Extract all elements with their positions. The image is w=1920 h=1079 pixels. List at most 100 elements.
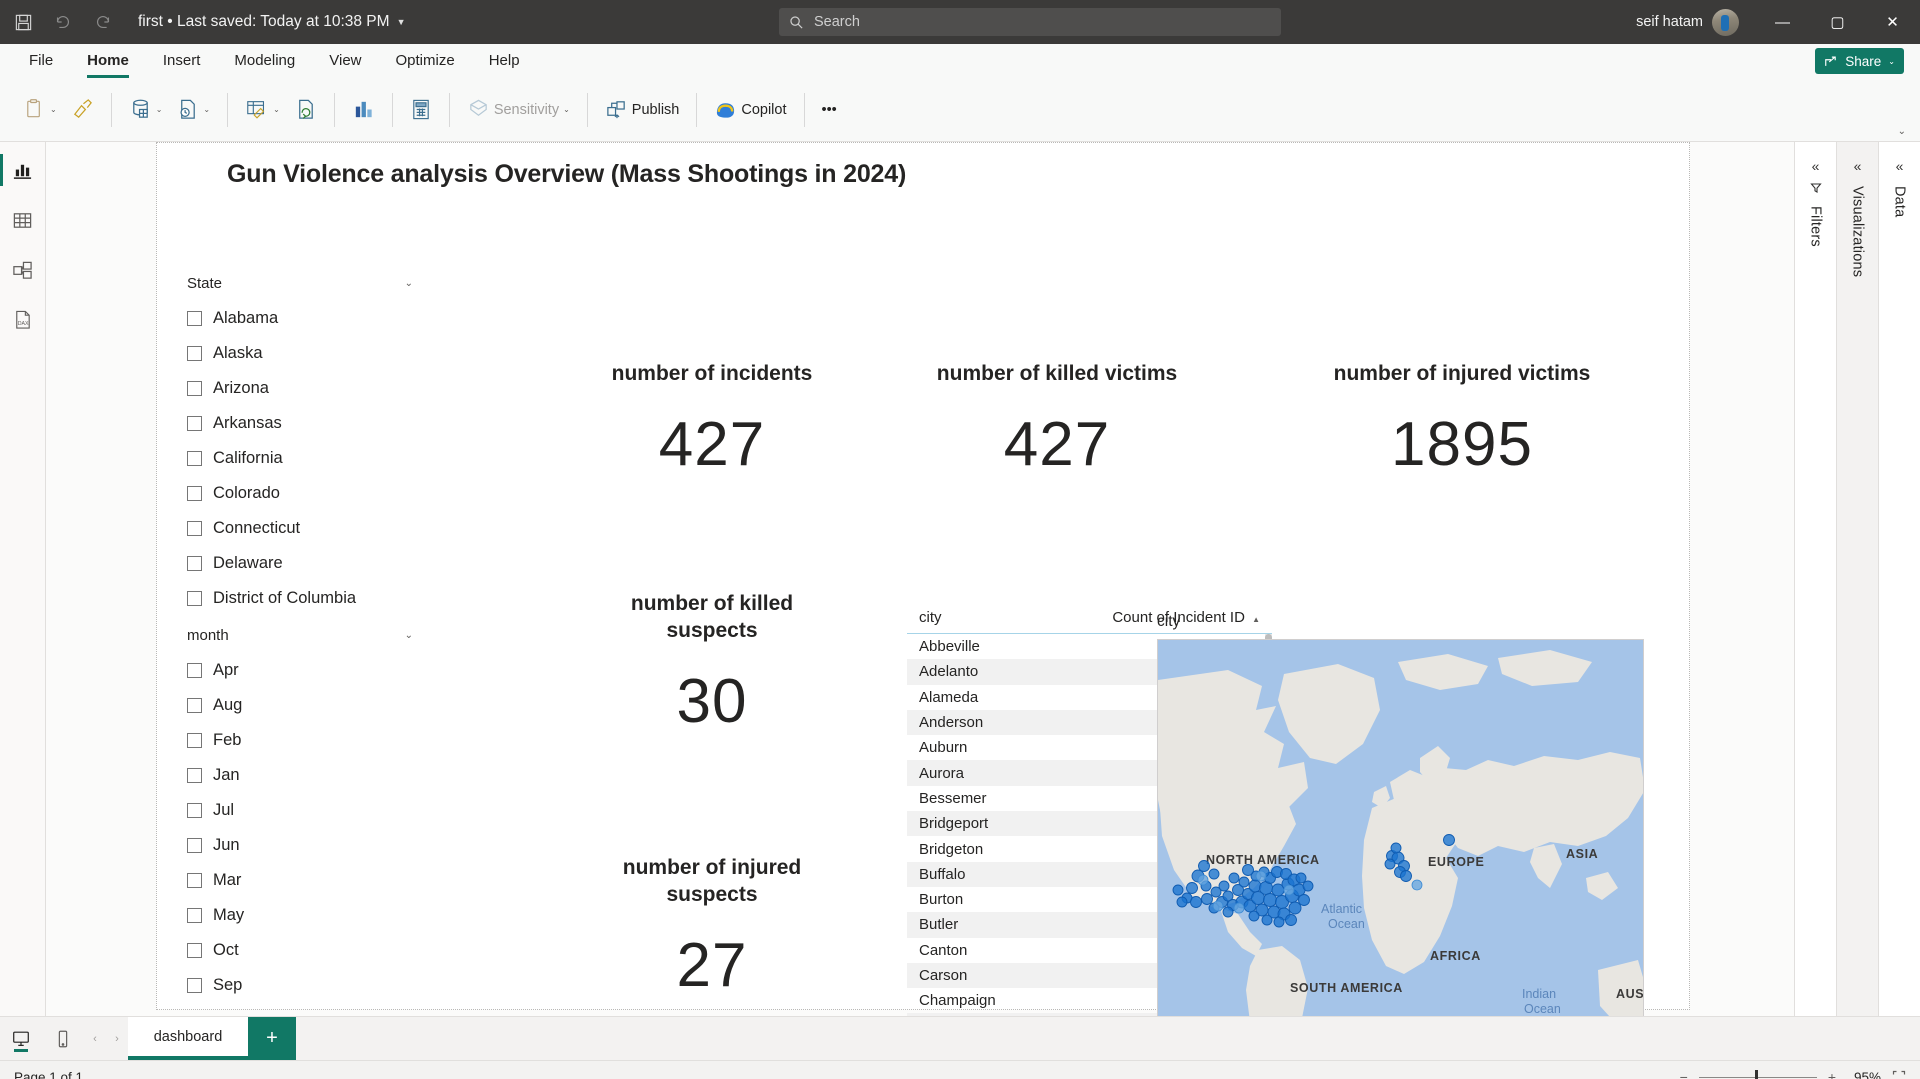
- checkbox[interactable]: [187, 978, 202, 993]
- checkbox[interactable]: [187, 698, 202, 713]
- chevron-down-icon[interactable]: ⌄: [273, 105, 280, 114]
- chevron-down-icon[interactable]: ⌄: [203, 105, 210, 114]
- next-page-arrow[interactable]: ›: [106, 1017, 128, 1060]
- slicer-item[interactable]: Jul: [187, 793, 425, 828]
- data-pane[interactable]: « Data: [1878, 142, 1920, 1016]
- transform-data-button[interactable]: ⌄: [238, 87, 287, 133]
- expand-chevron-icon[interactable]: «: [1896, 158, 1904, 174]
- slicer-item[interactable]: Jan: [187, 758, 425, 793]
- slicer-item[interactable]: Mar: [187, 863, 425, 898]
- search-box[interactable]: Search: [779, 8, 1281, 36]
- checkbox[interactable]: [187, 311, 202, 326]
- chevron-down-icon[interactable]: ⌄: [50, 105, 57, 114]
- visualizations-pane[interactable]: « Visualizations: [1836, 142, 1878, 1016]
- checkbox[interactable]: [187, 908, 202, 923]
- chevron-down-icon[interactable]: ⌄: [1888, 57, 1895, 66]
- slicer-item[interactable]: Apr: [187, 653, 425, 688]
- checkbox[interactable]: [187, 346, 202, 361]
- filters-pane[interactable]: « Filters: [1794, 142, 1836, 1016]
- city-map-visual[interactable]: city: [1157, 613, 1644, 1016]
- report-canvas[interactable]: Gun Violence analysis Overview (Mass Sho…: [156, 142, 1690, 1010]
- checkbox[interactable]: [187, 803, 202, 818]
- chevron-down-icon[interactable]: ⌄: [156, 105, 163, 114]
- checkbox[interactable]: [187, 873, 202, 888]
- kpi-number-of-injured-victims[interactable]: number of injured victims 1895: [1322, 361, 1602, 476]
- collapse-ribbon-icon[interactable]: ⌄: [1898, 126, 1906, 137]
- slicer-item[interactable]: Jun: [187, 828, 425, 863]
- slicer-state[interactable]: State ⌄ Alabama Alaska Arizona Arkansas …: [187, 275, 425, 623]
- slicer-item[interactable]: Sep: [187, 968, 425, 1003]
- tab-insert[interactable]: Insert: [146, 46, 218, 78]
- slicer-item[interactable]: Arkansas: [187, 406, 425, 441]
- document-title-area[interactable]: first • Last saved: Today at 10:38 PM ▼: [138, 13, 405, 31]
- fit-to-page-icon[interactable]: [1892, 1070, 1906, 1079]
- tab-optimize[interactable]: Optimize: [379, 46, 472, 78]
- checkbox[interactable]: [187, 838, 202, 853]
- column-header-city[interactable]: city: [919, 609, 942, 626]
- slicer-item[interactable]: Alabama: [187, 301, 425, 336]
- add-page-button[interactable]: +: [248, 1017, 296, 1060]
- checkbox[interactable]: [187, 768, 202, 783]
- sensitivity-button[interactable]: Sensitivity ⌄: [460, 87, 577, 133]
- tab-help[interactable]: Help: [472, 46, 537, 78]
- undo-icon[interactable]: [46, 5, 80, 39]
- recent-sources-button[interactable]: ⌄: [169, 87, 217, 133]
- slicer-item[interactable]: Arizona: [187, 371, 425, 406]
- report-view-icon[interactable]: [3, 152, 43, 188]
- zoom-slider-handle[interactable]: [1755, 1070, 1758, 1079]
- kpi-number-of-incidents[interactable]: number of incidents 427: [567, 361, 857, 476]
- avatar[interactable]: [1712, 9, 1739, 36]
- slicer-state-header[interactable]: State ⌄: [187, 275, 425, 292]
- table-view-icon[interactable]: [3, 202, 43, 238]
- checkbox[interactable]: [187, 943, 202, 958]
- slicer-item[interactable]: Aug: [187, 688, 425, 723]
- slicer-month-header[interactable]: month ⌄: [187, 627, 425, 644]
- maximize-button[interactable]: ▢: [1810, 0, 1865, 44]
- refresh-button[interactable]: [287, 87, 324, 133]
- new-visual-button[interactable]: [345, 87, 382, 133]
- tab-view[interactable]: View: [312, 46, 378, 78]
- kpi-number-of-killed-suspects[interactable]: number of killed suspects 30: [592, 591, 832, 733]
- slicer-month-list[interactable]: Apr Aug Feb Jan Jul Jun Mar May Oct Sep: [187, 653, 425, 1005]
- kpi-number-of-killed-victims[interactable]: number of killed victims 427: [927, 361, 1187, 476]
- slicer-item[interactable]: Delaware: [187, 546, 425, 581]
- new-measure-button[interactable]: [403, 87, 439, 133]
- tab-file[interactable]: File: [12, 46, 70, 78]
- checkbox[interactable]: [187, 591, 202, 606]
- desktop-layout-icon[interactable]: [0, 1017, 42, 1060]
- close-button[interactable]: ✕: [1865, 0, 1920, 44]
- save-icon[interactable]: [6, 5, 40, 39]
- mobile-layout-icon[interactable]: [42, 1017, 84, 1060]
- publish-button[interactable]: Publish: [598, 87, 687, 133]
- zoom-control[interactable]: − + 95%: [1680, 1069, 1906, 1079]
- tab-home[interactable]: Home: [70, 46, 146, 78]
- expand-chevron-icon[interactable]: «: [1812, 158, 1820, 174]
- checkbox[interactable]: [187, 381, 202, 396]
- chevron-down-icon[interactable]: ⌄: [405, 278, 413, 289]
- slicer-item[interactable]: Oct: [187, 933, 425, 968]
- checkbox[interactable]: [187, 451, 202, 466]
- dax-query-view-icon[interactable]: DAX: [3, 302, 43, 338]
- share-button[interactable]: Share ⌄: [1815, 48, 1904, 74]
- chevron-down-icon[interactable]: ▼: [397, 17, 406, 27]
- checkbox[interactable]: [187, 663, 202, 678]
- paste-button[interactable]: ⌄: [16, 87, 64, 133]
- zoom-out-button[interactable]: −: [1680, 1069, 1688, 1079]
- zoom-slider[interactable]: [1699, 1077, 1817, 1078]
- slicer-item[interactable]: Alaska: [187, 336, 425, 371]
- chevron-down-icon[interactable]: ⌄: [563, 105, 570, 114]
- checkbox[interactable]: [187, 733, 202, 748]
- prev-page-arrow[interactable]: ‹: [84, 1017, 106, 1060]
- zoom-in-button[interactable]: +: [1828, 1069, 1836, 1079]
- tab-modeling[interactable]: Modeling: [217, 46, 312, 78]
- slicer-month[interactable]: month ⌄ Apr Aug Feb Jan Jul Jun Mar May …: [187, 627, 425, 1005]
- slicer-state-list[interactable]: Alabama Alaska Arizona Arkansas Californ…: [187, 301, 425, 623]
- checkbox[interactable]: [187, 416, 202, 431]
- slicer-item[interactable]: May: [187, 898, 425, 933]
- kpi-number-of-injured-suspects[interactable]: number of injured suspects 27: [592, 855, 832, 997]
- slicer-item[interactable]: California: [187, 441, 425, 476]
- slicer-item[interactable]: Colorado: [187, 476, 425, 511]
- more-commands-button[interactable]: •••: [815, 87, 844, 133]
- checkbox[interactable]: [187, 486, 202, 501]
- chevron-down-icon[interactable]: ⌄: [405, 630, 413, 641]
